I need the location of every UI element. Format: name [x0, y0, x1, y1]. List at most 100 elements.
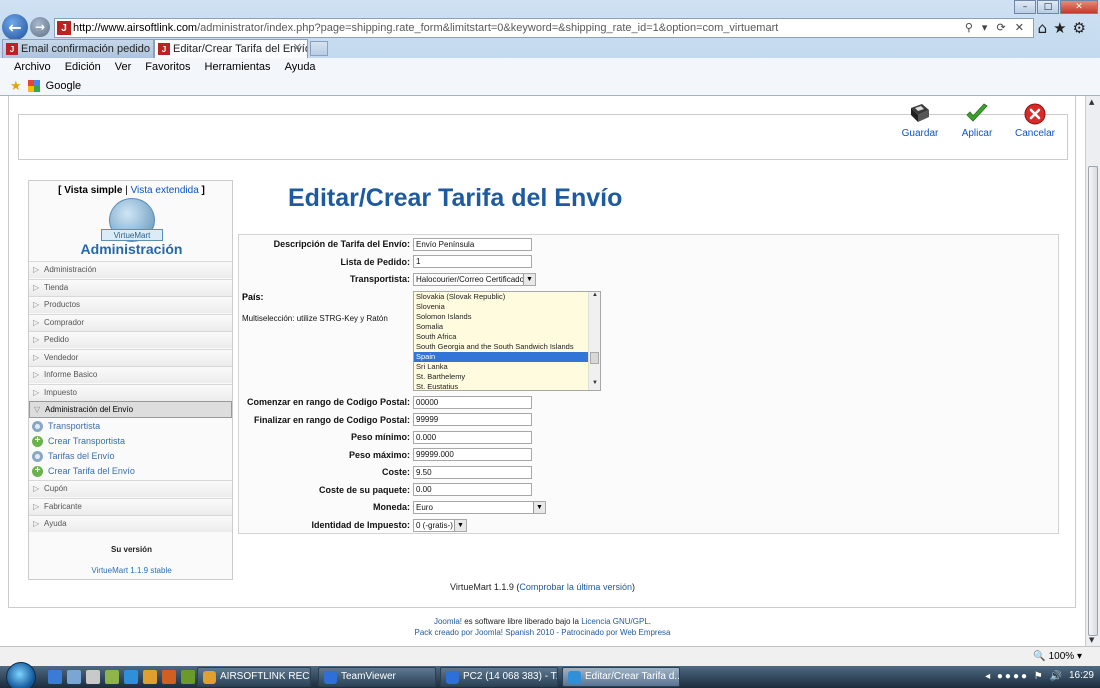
sidebar-item-tienda[interactable]: Tienda	[29, 279, 232, 296]
country-option[interactable]: Slovenia	[414, 302, 588, 312]
menu-favoritos[interactable]: Favoritos	[145, 61, 190, 73]
menu-ayuda[interactable]: Ayuda	[285, 61, 316, 73]
sidebar-item-impuesto[interactable]: Impuesto	[29, 384, 232, 401]
google-icon	[27, 79, 40, 92]
sidebar-subitem-crear-transportista[interactable]: + Crear Transportista	[32, 434, 125, 449]
favorites-star-icon[interactable]: ★	[10, 78, 22, 94]
subitem-label: Crear Transportista	[48, 436, 126, 446]
sidebar-item-cupon[interactable]: Cupón	[29, 480, 232, 497]
sidebar-item-vendedor[interactable]: Vendedor	[29, 349, 232, 366]
sidebar-item-fabricante[interactable]: Fabricante	[29, 498, 232, 515]
cp-end-input[interactable]: 99999	[413, 413, 532, 426]
task-editar-tarifa[interactable]: Editar/Crear Tarifa d...	[562, 667, 680, 687]
country-option[interactable]: South Africa	[414, 332, 588, 342]
country-multiselect[interactable]: Slovakia (Slovak Republic) Slovenia Solo…	[413, 291, 601, 391]
address-bar[interactable]: J http://www.airsoftlink.com/administrat…	[54, 18, 1034, 38]
menu-archivo[interactable]: Archivo	[14, 61, 51, 73]
moneda-select[interactable]: Euro ▼	[413, 501, 546, 514]
transportista-select[interactable]: Halocourier/Correo Certificado ▼	[413, 273, 536, 286]
descripcion-input[interactable]: Envío Península	[413, 238, 532, 251]
start-button[interactable]	[6, 662, 36, 688]
country-option[interactable]: Somalia	[414, 322, 588, 332]
forward-button[interactable]: →	[30, 17, 50, 37]
window-switch-icon[interactable]	[67, 670, 81, 684]
country-option-selected[interactable]: Spain	[414, 352, 588, 362]
ie-icon[interactable]	[124, 670, 138, 684]
cp-start-input[interactable]: 00000	[413, 396, 532, 409]
cancel-button[interactable]: Cancelar	[1010, 102, 1060, 139]
minimize-icon[interactable]: –	[1014, 0, 1036, 14]
impuesto-label: Identidad de Impuesto:	[311, 520, 410, 530]
footer-license: Joomla! es software libre liberado bajo …	[0, 617, 1085, 626]
sidebar-item-pedido[interactable]: Pedido	[29, 331, 232, 348]
firefox-icon[interactable]	[162, 670, 176, 684]
coste-input[interactable]: 9.50	[413, 466, 532, 479]
sidebar-subitem-crear-tarifa-envio[interactable]: + Crear Tarifa del Envío	[32, 464, 135, 479]
country-option[interactable]: St. Barthelemy	[414, 372, 588, 382]
apply-button[interactable]: Aplicar	[952, 102, 1002, 139]
maximize-icon[interactable]: □	[1037, 0, 1059, 14]
teamviewer-icon	[446, 671, 459, 684]
favorite-google[interactable]: Google	[46, 80, 81, 92]
peso-max-input[interactable]: 99999.000	[413, 448, 532, 461]
zoom-level[interactable]: 🔍 100% ▾	[1033, 651, 1082, 662]
floppy-save-icon	[911, 104, 929, 122]
page-scrollbar[interactable]: ▲ ▼	[1085, 96, 1100, 646]
task-airsoftlink[interactable]: AIRSOFTLINK RECIB...	[197, 667, 311, 687]
country-list-scrollbar[interactable]: ▲ ▼	[588, 292, 600, 390]
sidebar-subitem-transportista[interactable]: Transportista	[32, 419, 100, 434]
sidebar-title: Administración	[80, 241, 183, 257]
scroll-thumb[interactable]	[1088, 166, 1098, 636]
new-tab-button[interactable]	[310, 41, 328, 56]
close-window-icon[interactable]: ✕	[1060, 0, 1098, 14]
footer-pack-credits[interactable]: Pack creado por Joomla! Spanish 2010 - P…	[0, 628, 1085, 637]
coste-paquete-input[interactable]: 0.00	[413, 483, 532, 496]
country-option[interactable]: Solomon Islands	[414, 312, 588, 322]
country-option[interactable]: Sri Lanka	[414, 362, 588, 372]
view-extended-link[interactable]: Vista extendida	[131, 185, 199, 196]
tab-editar-tarifa[interactable]: J Editar/Crear Tarifa del Envío ✕	[154, 39, 308, 58]
sidebar-item-comprador[interactable]: Comprador	[29, 314, 232, 331]
peso-min-input[interactable]: 0.000	[413, 431, 532, 444]
version-label: Su versión	[111, 545, 152, 554]
sidebar-item-administracion[interactable]: Administración	[29, 261, 232, 278]
task-label: TeamViewer	[341, 671, 396, 682]
address-actions-icon[interactable]: ⚲ ▾ ⟳ ✕	[965, 21, 1027, 34]
clock[interactable]: 16:29	[1069, 670, 1094, 681]
impuesto-select[interactable]: 0 (-gratis-) ▼	[413, 519, 467, 532]
check-latest-version-link[interactable]: Comprobar la última versión	[519, 582, 632, 592]
tab-close-icon[interactable]: ✕	[293, 41, 302, 54]
shop-icon[interactable]	[105, 670, 119, 684]
browser-tools-icons[interactable]: ⌂★⚙	[1038, 19, 1092, 37]
explorer-icon[interactable]	[86, 670, 100, 684]
scroll-up-icon[interactable]: ▲	[1089, 98, 1094, 106]
sidebar-subitem-tarifas-envio[interactable]: Tarifas del Envío	[32, 449, 115, 464]
menu-ver[interactable]: Ver	[115, 61, 132, 73]
task-pc2-teamviewer[interactable]: PC2 (14 068 383) - T...	[440, 667, 558, 687]
scroll-down-icon[interactable]: ▼	[589, 380, 600, 390]
scroll-down-icon[interactable]: ▼	[1089, 636, 1094, 644]
chrome-icon[interactable]	[143, 670, 157, 684]
sidebar-item-administracion-envio[interactable]: Administración del Envío	[29, 401, 232, 418]
sidebar-item-productos[interactable]: Productos	[29, 296, 232, 313]
lista-pedido-input[interactable]: 1	[413, 255, 532, 268]
country-option[interactable]: Slovakia (Slovak Republic)	[414, 292, 588, 302]
scroll-thumb[interactable]	[590, 352, 599, 364]
app-icon[interactable]	[181, 670, 195, 684]
task-teamviewer[interactable]: TeamViewer	[318, 667, 436, 687]
save-button[interactable]: Guardar	[895, 102, 945, 139]
back-button[interactable]: ←	[2, 14, 28, 40]
footer-version: VirtueMart 1.1.9 (Comprobar la última ve…	[0, 582, 1085, 592]
tab-email-confirmation[interactable]: J Email confirmación pedido y e...	[2, 39, 154, 58]
system-tray-icons[interactable]: ◂ ●●●● ⚑ 🔊	[985, 671, 1064, 682]
gnu-gpl-link[interactable]: Licencia GNU/GPL	[581, 617, 649, 626]
menu-edicion[interactable]: Edición	[65, 61, 101, 73]
menu-herramientas[interactable]: Herramientas	[205, 61, 271, 73]
desktop-icon[interactable]	[48, 670, 62, 684]
country-option[interactable]: South Georgia and the South Sandwich Isl…	[414, 342, 588, 352]
scroll-up-icon[interactable]: ▲	[589, 292, 600, 302]
joomla-link[interactable]: Joomla!	[434, 617, 462, 626]
sidebar-item-ayuda[interactable]: Ayuda	[29, 515, 232, 532]
sidebar-item-informe-basico[interactable]: Informe Basico	[29, 366, 232, 383]
country-option[interactable]: St. Eustatius	[414, 382, 588, 390]
